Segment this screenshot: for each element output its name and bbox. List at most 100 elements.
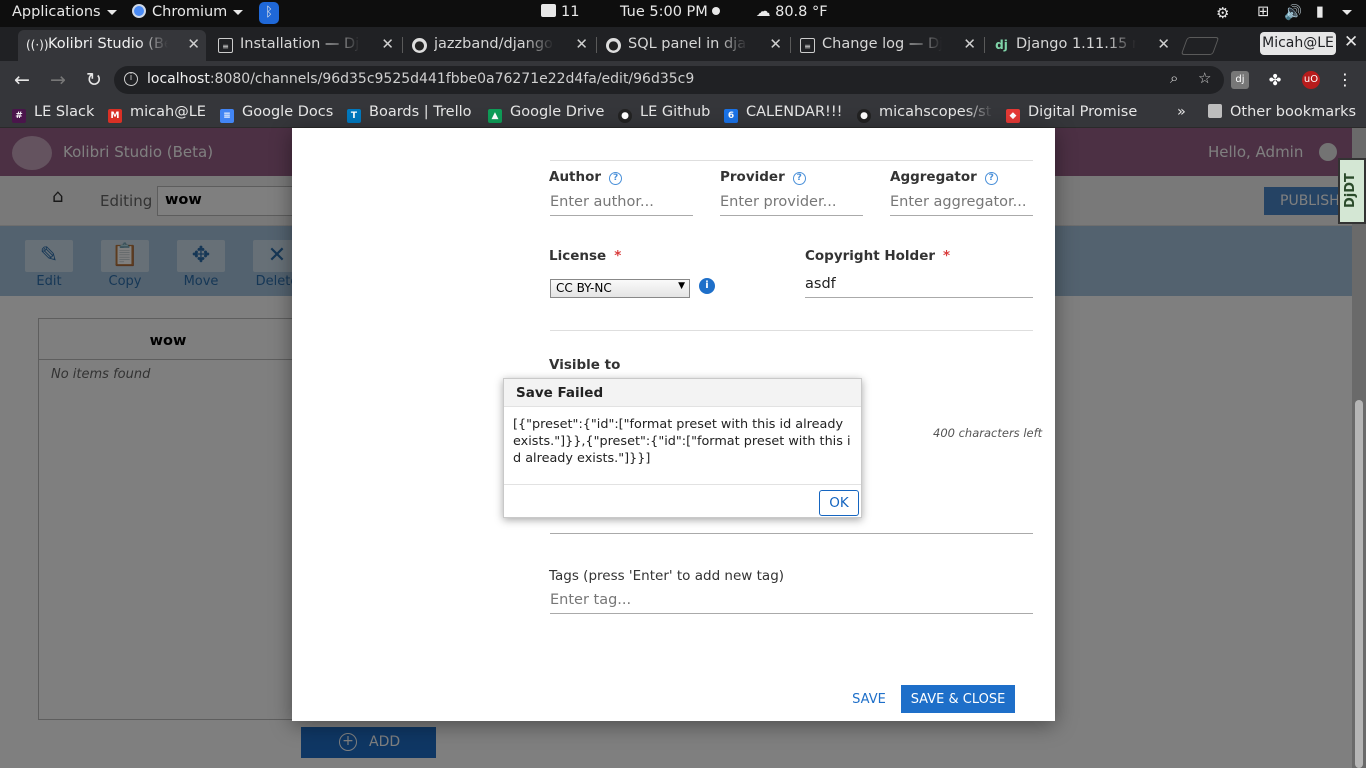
scrollbar-thumb[interactable] — [1355, 400, 1363, 768]
tags-input[interactable]: Enter tag... — [550, 590, 1033, 614]
license-info-icon[interactable]: i — [699, 278, 715, 294]
notification-indicator[interactable]: 11 — [541, 4, 579, 20]
copyright-holder-input[interactable]: asdf — [805, 274, 1033, 298]
django-debug-toolbar-handle[interactable]: DjDT — [1338, 158, 1366, 224]
bookmark-le-slack[interactable]: # LE Slack — [12, 104, 94, 123]
doc-icon: ≡ — [800, 38, 815, 53]
bluetooth-icon[interactable]: ᛒ — [259, 2, 279, 24]
django-extension-icon[interactable]: dj — [1231, 71, 1249, 89]
browser-tab-strip: ((·)) Kolibri Studio (Beta ✕ ≡ Installat… — [0, 27, 1366, 61]
tab-title: Django 1.11.15 rele — [1016, 36, 1136, 52]
provider-label: Provider? — [720, 169, 806, 185]
github-icon: ● — [412, 38, 427, 53]
bookmark-calendar[interactable]: 6 CALENDAR!!! — [724, 104, 842, 123]
google-drive-icon: ▲ — [488, 109, 502, 123]
close-tab-icon[interactable]: ✕ — [963, 35, 976, 53]
dropdown-arrow-icon: ▼ — [678, 281, 685, 291]
save-button[interactable]: SAVE — [847, 685, 891, 713]
weather-indicator[interactable]: ☁ 80.8 °F — [756, 4, 828, 20]
tab-sql-panel[interactable]: ● SQL panel in djang ✕ — [598, 30, 788, 61]
steam-icon[interactable]: ⚙ — [1216, 4, 1229, 22]
bookmarks-overflow-chevron[interactable]: » — [1177, 104, 1186, 120]
ok-button[interactable]: OK — [819, 490, 859, 516]
bookmark-google-drive[interactable]: ▲ Google Drive — [488, 104, 604, 123]
bookmark-micahscopes[interactable]: ● micahscopes/st — [857, 104, 993, 123]
dialog-title: Save Failed — [504, 379, 861, 407]
author-input[interactable]: Enter author... — [550, 192, 693, 216]
bookmark-micah-le[interactable]: Mmicah@LE — [108, 104, 206, 123]
gnome-extension-icon[interactable]: ✤ — [1266, 71, 1284, 89]
trello-icon: T — [347, 109, 361, 123]
battery-icon[interactable]: ▮ — [1316, 4, 1324, 20]
address-bar[interactable]: i localhost:8080/channels/96d35c9525d441… — [114, 66, 1224, 94]
divider — [550, 160, 1033, 161]
help-icon[interactable]: ? — [792, 172, 806, 185]
bookmark-google-docs[interactable]: ≡ Google Docs — [220, 104, 333, 123]
help-icon[interactable]: ? — [984, 172, 998, 185]
digital-promise-icon: ◆ — [1006, 109, 1020, 123]
close-window-icon[interactable]: ✕ — [1344, 32, 1358, 52]
github-icon: ● — [618, 109, 632, 123]
bookmark-star-icon[interactable]: ☆ — [1198, 69, 1211, 87]
close-tab-icon[interactable]: ✕ — [575, 35, 588, 53]
info-icon[interactable]: i — [124, 72, 138, 86]
license-select[interactable]: CC BY-NC ▼ — [550, 279, 690, 298]
bookmark-trello[interactable]: T Boards | Trello — [347, 104, 472, 123]
reload-icon[interactable]: ↻ — [82, 68, 106, 92]
provider-input[interactable]: Enter provider... — [720, 192, 863, 216]
other-bookmarks[interactable]: Other bookmarks — [1208, 104, 1356, 120]
tab-title: Installation — Djan — [240, 36, 360, 52]
volume-icon[interactable]: 🔊 — [1284, 4, 1302, 21]
dialog-divider — [504, 484, 861, 485]
calendar-icon: 6 — [724, 109, 738, 123]
tab-jazzband[interactable]: ● jazzband/django-d ✕ — [404, 30, 594, 61]
tab-change-log[interactable]: ≡ Change log — Djan ✕ — [792, 30, 982, 61]
chat-bubble-icon — [541, 4, 556, 17]
tab-separator — [596, 37, 597, 53]
profile-badge[interactable]: Micah@LE — [1260, 32, 1336, 55]
close-tab-icon[interactable]: ✕ — [187, 35, 200, 53]
tags-label: Tags (press 'Enter' to add new tag) — [549, 568, 785, 584]
search-icon[interactable]: ⌕ — [1170, 69, 1178, 87]
bookmark-digital-promise[interactable]: ◆ Digital Promise — [1006, 104, 1137, 123]
url-text: localhost:8080/channels/96d35c9525d441fb… — [147, 71, 695, 87]
tab-title: Kolibri Studio (Beta — [48, 36, 168, 52]
folder-icon — [1208, 104, 1222, 118]
divider — [550, 330, 1033, 331]
tab-title: Change log — Djan — [822, 36, 942, 52]
tab-installation[interactable]: ≡ Installation — Djan ✕ — [210, 30, 400, 61]
tab-separator — [984, 37, 985, 53]
description-underline — [550, 533, 1033, 534]
save-and-close-button[interactable]: SAVE & CLOSE — [901, 685, 1015, 713]
back-arrow-icon[interactable]: ← — [10, 68, 34, 92]
kolibri-icon: ((·)) — [26, 38, 49, 52]
chrome-menu-icon[interactable]: ⋮ — [1336, 71, 1354, 89]
bookmark-le-github[interactable]: ● LE Github — [618, 104, 710, 123]
close-tab-icon[interactable]: ✕ — [769, 35, 782, 53]
gmail-icon: M — [108, 109, 122, 123]
new-tab-button[interactable] — [1180, 37, 1220, 55]
page-scrollbar[interactable] — [1352, 128, 1366, 768]
forward-arrow-icon[interactable]: → — [46, 68, 70, 92]
visible-to-label: Visible to — [549, 357, 621, 373]
aggregator-input[interactable]: Enter aggregator... — [890, 192, 1033, 216]
copyright-holder-label: Copyright Holder * — [805, 248, 951, 264]
tab-kolibri-studio[interactable]: ((·)) Kolibri Studio (Beta ✕ — [18, 30, 206, 61]
django-icon: dj — [995, 38, 1008, 52]
tab-django-release[interactable]: dj Django 1.11.15 rele ✕ — [986, 30, 1176, 61]
slack-icon: # — [12, 109, 26, 123]
tab-separator — [402, 37, 403, 53]
applications-menu[interactable]: Applications — [12, 4, 117, 20]
clock[interactable]: Tue 5:00 PM — [620, 4, 721, 20]
close-tab-icon[interactable]: ✕ — [381, 35, 394, 53]
aggregator-label: Aggregator? — [890, 169, 998, 185]
active-app-menu[interactable]: Chromium — [132, 4, 244, 20]
author-label: Author? — [549, 169, 623, 185]
help-icon[interactable]: ? — [609, 172, 623, 185]
close-tab-icon[interactable]: ✕ — [1157, 35, 1170, 53]
ublock-origin-icon[interactable]: uO — [1302, 71, 1320, 89]
github-icon: ● — [606, 38, 621, 53]
save-failed-dialog: Save Failed [{"preset":{"id":["format pr… — [503, 378, 862, 518]
network-icon[interactable]: ⊞ — [1257, 4, 1269, 20]
power-menu-arrow[interactable] — [1342, 4, 1352, 20]
